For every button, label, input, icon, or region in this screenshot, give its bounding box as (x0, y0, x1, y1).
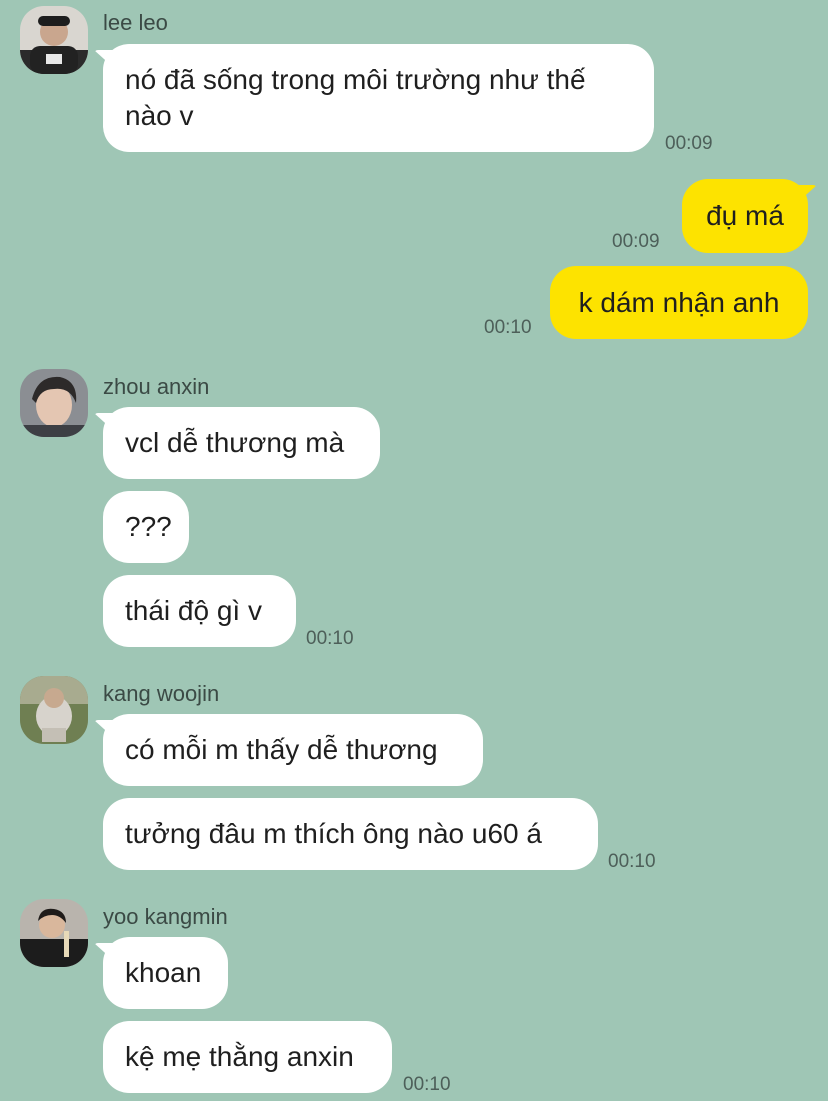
message-text: nó đã sống trong môi trường như thế nào … (125, 64, 586, 131)
sender-name: yoo kangmin (103, 904, 228, 929)
message-text: tưởng đâu m thích ông nào u60 á (125, 818, 542, 849)
avatar-yoo-kangmin[interactable] (20, 899, 88, 967)
message-bubble[interactable]: ??? (103, 491, 189, 563)
message-time: 00:09 (612, 231, 660, 252)
message-bubble[interactable]: có mỗi m thấy dễ thương (94, 714, 483, 786)
message-text: vcl dễ thương mà (125, 427, 345, 458)
message-bubble[interactable]: khoan (94, 937, 228, 1009)
message-time: 00:10 (608, 851, 656, 872)
message-bubble[interactable]: vcl dễ thương mà (94, 407, 380, 479)
message-text: k dám nhận anh (578, 286, 780, 318)
message-bubble[interactable]: tưởng đâu m thích ông nào u60 á (103, 798, 598, 870)
chat-thread[interactable]: lee leo nó đã sống trong môi trường như … (0, 0, 828, 1101)
message-time: 00:10 (306, 628, 354, 649)
message-text: thái độ gì v (125, 595, 262, 626)
message-text: kệ mẹ thằng anxin (125, 1041, 354, 1072)
avatar-kang-woojin[interactable] (20, 676, 88, 744)
message-time: 00:10 (403, 1074, 451, 1095)
message-text: khoan (125, 957, 202, 988)
avatar-zhou-anxin[interactable] (20, 369, 88, 437)
message-bubble-outgoing[interactable]: đụ má (682, 179, 817, 253)
message-bubble[interactable]: kệ mẹ thằng anxin (103, 1021, 392, 1093)
sender-name: lee leo (103, 10, 168, 35)
message-time: 00:10 (484, 317, 532, 338)
avatar-lee-leo[interactable] (20, 6, 88, 74)
message-text: đụ má (706, 200, 784, 231)
sender-name: zhou anxin (103, 374, 210, 399)
message-text: có mỗi m thấy dễ thương (125, 734, 438, 765)
message-text: ??? (125, 511, 172, 542)
message-bubble[interactable]: thái độ gì v (103, 575, 296, 647)
message-time: 00:09 (665, 133, 713, 154)
message-bubble[interactable]: nó đã sống trong môi trường như thế nào … (94, 44, 654, 152)
sender-name: kang woojin (103, 681, 220, 706)
message-bubble-outgoing[interactable]: k dám nhận anh (550, 266, 808, 339)
